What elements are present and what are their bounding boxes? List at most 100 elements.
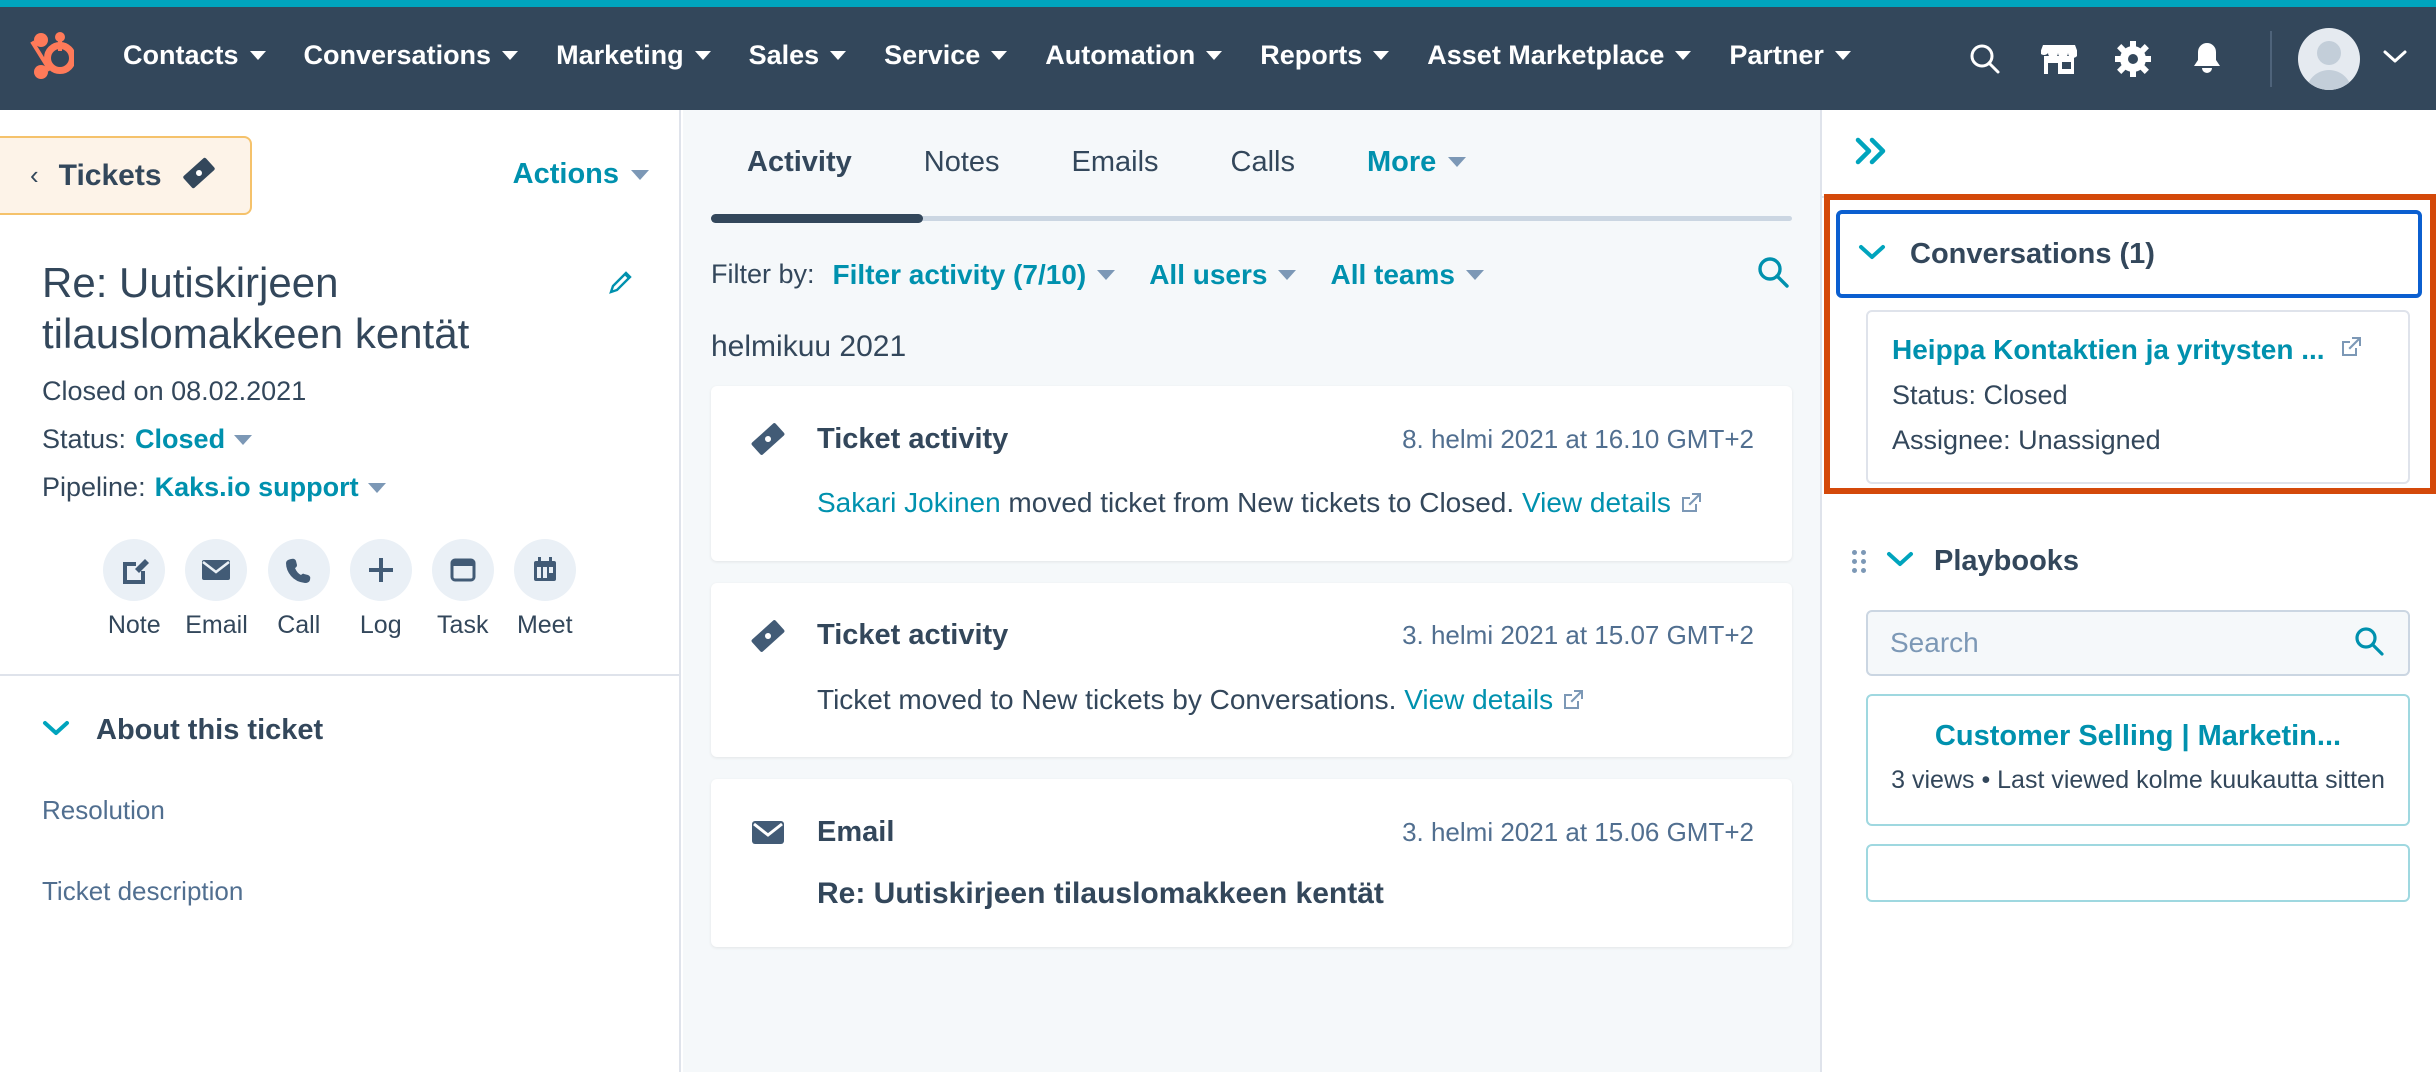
nav-item-automation[interactable]: Automation [1026,4,1241,107]
nav-item-label: Reports [1260,39,1363,70]
conversation-item[interactable]: Heippa Kontaktien ja yritysten ... Statu… [1866,310,2410,484]
hubspot-sprocket-logo[interactable] [28,30,74,80]
chevron-down-icon [1886,550,1914,573]
playbooks-search-box[interactable] [1866,610,2410,676]
quick-action-task[interactable]: Task [431,539,494,640]
nav-item-partner[interactable]: Partner [1710,4,1870,107]
property-ticket-description[interactable]: Ticket description [0,876,679,907]
quick-action-email[interactable]: Email [185,539,248,640]
view-details-link[interactable]: View details [1522,487,1671,518]
conversations-section-header[interactable]: Conversations (1) [1836,210,2422,298]
view-details-link[interactable]: View details [1404,684,1553,715]
chevron-down-icon [631,169,649,180]
search-icon[interactable] [1948,7,2022,110]
playbook-card[interactable]: Customer Selling | Marketin... 3 views •… [1866,694,2410,826]
quick-action-meet[interactable]: Meet [513,539,576,640]
tab-more[interactable]: More [1331,110,1502,214]
avatar[interactable] [2298,27,2360,90]
activity-timestamp: 8. helmi 2021 at 16.10 GMT+2 [1402,423,1754,454]
external-link-icon[interactable] [1561,684,1585,715]
ticket-icon [182,156,216,195]
filter-activity-dropdown[interactable]: Filter activity (7/10) [833,259,1116,291]
nav-item-marketing[interactable]: Marketing [537,4,730,107]
quick-action-label: Email [185,611,248,640]
quick-action-label: Note [107,611,161,640]
tab-activity[interactable]: Activity [711,110,888,214]
chevron-down-icon[interactable] [367,482,386,493]
chevron-down-icon [42,719,70,742]
filter-label: All users [1149,258,1268,290]
quick-action-call[interactable]: Call [267,539,330,640]
activity-actor-link[interactable]: Sakari Jokinen [817,487,1001,518]
closed-on-line: Closed on 08.02.2021 [42,376,637,407]
nav-menu: Contacts Conversations Marketing Sales S… [104,4,1870,107]
nav-item-conversations[interactable]: Conversations [285,4,538,107]
about-this-ticket-section-header[interactable]: About this ticket [0,676,679,747]
nav-item-reports[interactable]: Reports [1241,4,1408,107]
playbook-card[interactable] [1866,843,2410,902]
playbooks-section: Playbooks Customer Selling | Marketin...… [1822,522,2436,902]
search-icon[interactable] [2352,624,2386,663]
activity-title: Ticket activity [817,619,1009,652]
back-to-tickets-button[interactable]: ‹ Tickets [0,136,252,215]
nav-item-asset-marketplace[interactable]: Asset Marketplace [1408,4,1710,107]
gear-icon[interactable] [2096,7,2170,110]
status-line: Status: Closed [42,424,637,455]
activity-title: Email [817,815,895,848]
page-title: Re: Uutiskirjeen tilauslomakkeen kentät [42,259,470,358]
tab-label: Emails [1071,145,1159,178]
account-menu-chevron-down-icon[interactable] [2382,48,2408,69]
nav-item-service[interactable]: Service [865,4,1026,107]
status-label: Status: [42,424,127,455]
nav-item-contacts[interactable]: Contacts [104,4,285,107]
external-link-icon[interactable] [2339,334,2363,366]
notifications-bell-icon[interactable] [2170,7,2244,110]
tab-emails[interactable]: Emails [1036,110,1195,214]
filter-all-teams-dropdown[interactable]: All teams [1330,259,1484,291]
chevron-down-icon [1097,269,1116,280]
filter-label: Filter activity (7/10) [832,258,1087,290]
quick-action-label: Call [277,611,321,640]
conversation-title-link[interactable]: Heippa Kontaktien ja yritysten ... [1892,334,2384,366]
plus-icon [349,539,412,602]
chevron-left-icon: ‹ [30,160,39,190]
chevron-down-icon [1448,157,1467,167]
activity-card-header: Email 3. helmi 2021 at 15.06 GMT+2 [749,813,1754,851]
activity-card[interactable]: Ticket activity 3. helmi 2021 at 15.07 G… [711,582,1792,758]
chevron-down-icon[interactable] [234,434,253,445]
chevron-down-icon [1858,243,1886,266]
drag-handle-icon[interactable] [1852,549,1866,573]
tab-calls[interactable]: Calls [1195,110,1331,214]
filter-all-users-dropdown[interactable]: All users [1149,258,1297,291]
status-badge[interactable]: Closed [135,424,225,455]
email-icon [185,539,248,602]
property-resolution[interactable]: Resolution [0,795,679,826]
playbooks-search-input[interactable] [1890,627,2352,659]
hubspot-ticket-page: Contacts Conversations Marketing Sales S… [0,0,2436,1072]
activity-card[interactable]: Ticket activity 8. helmi 2021 at 16.10 G… [711,386,1792,561]
activity-timestamp: 3. helmi 2021 at 15.07 GMT+2 [1402,620,1754,651]
activity-main-panel: Activity Notes Emails Calls More Filter … [683,110,1820,1072]
activity-body: Sakari Jokinen moved ticket from New tic… [749,482,1754,525]
pencil-icon[interactable] [607,269,637,304]
actions-label: Actions [512,158,619,190]
external-link-icon[interactable] [1679,487,1703,518]
activity-card[interactable]: Email 3. helmi 2021 at 15.06 GMT+2 Re: U… [711,779,1792,948]
pipeline-value[interactable]: Kaks.io support [155,472,359,503]
chevron-down-icon [694,50,711,60]
quick-action-log[interactable]: Log [349,539,412,640]
tab-notes[interactable]: Notes [888,110,1036,214]
actions-button[interactable]: Actions [513,158,649,191]
filter-label: All teams [1330,258,1455,290]
collapse-sidebar-button[interactable] [1822,110,2436,198]
marketplace-icon[interactable] [2022,7,2096,110]
filter-by-label: Filter by: [711,259,815,289]
nav-item-sales[interactable]: Sales [730,4,866,107]
email-subject: Re: Uutiskirjeen tilauslomakkeen kentät [817,877,1384,911]
quick-action-note[interactable]: Note [103,539,166,640]
activity-search-icon[interactable] [1754,253,1792,296]
playbooks-section-header[interactable]: Playbooks [1822,522,2436,600]
chevron-down-icon [830,50,847,60]
tab-underline-active [711,214,923,223]
chevron-down-icon [1206,50,1223,60]
